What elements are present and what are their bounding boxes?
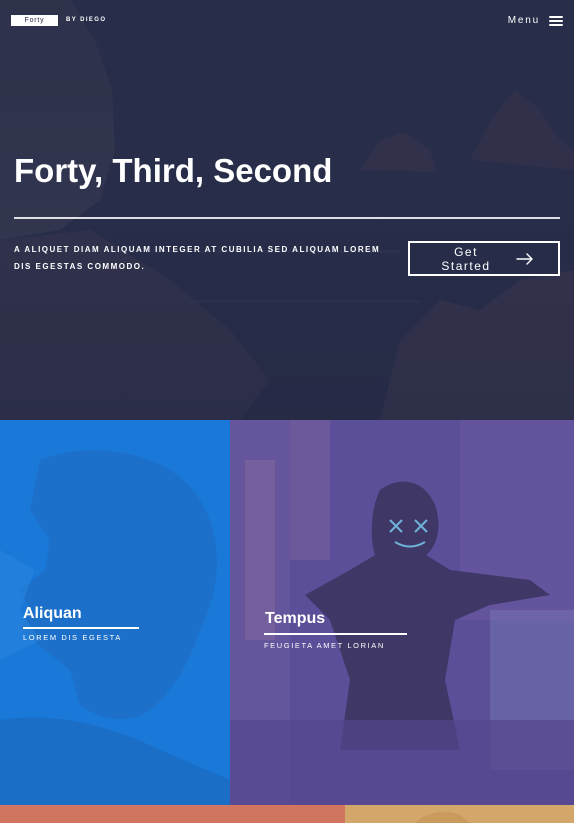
tile-divider	[264, 633, 407, 635]
tile-next-1[interactable]	[0, 805, 345, 823]
tile-aliquan[interactable]: Aliquan Lorem dis egesta	[0, 420, 230, 805]
hero-description: A aliquet diam aliquam integer at cubili…	[14, 245, 381, 271]
tile-subtitle: Lorem dis egesta	[23, 633, 122, 642]
hamburger-icon	[549, 16, 563, 26]
title-divider	[14, 217, 560, 219]
tile-subtitle: Feugieta amet lorian	[264, 641, 385, 650]
hero-overlay	[0, 0, 574, 420]
site-header: Forty BY DIEGO Menu	[0, 0, 574, 42]
tile-next-2[interactable]	[345, 805, 574, 823]
arrow-right-icon	[516, 253, 533, 265]
tile-next-image	[415, 812, 470, 823]
get-started-button[interactable]: Get Started	[408, 241, 560, 276]
page-title: Forty, Third, Second	[14, 152, 333, 189]
tile-title: Aliquan	[23, 605, 82, 622]
tile-divider	[23, 627, 139, 629]
get-started-label: Get Started	[441, 245, 491, 273]
menu-button[interactable]: Menu	[508, 13, 563, 29]
tile-tempus[interactable]: Tempus Feugieta amet lorian	[230, 420, 574, 805]
tile-title: Tempus	[265, 610, 326, 627]
hero-banner: Forty BY DIEGO Menu Forty, Third, Second…	[0, 0, 574, 420]
logo-byline: BY DIEGO	[66, 17, 107, 23]
logo[interactable]: Forty	[11, 15, 58, 26]
menu-label: Menu	[507, 15, 540, 26]
